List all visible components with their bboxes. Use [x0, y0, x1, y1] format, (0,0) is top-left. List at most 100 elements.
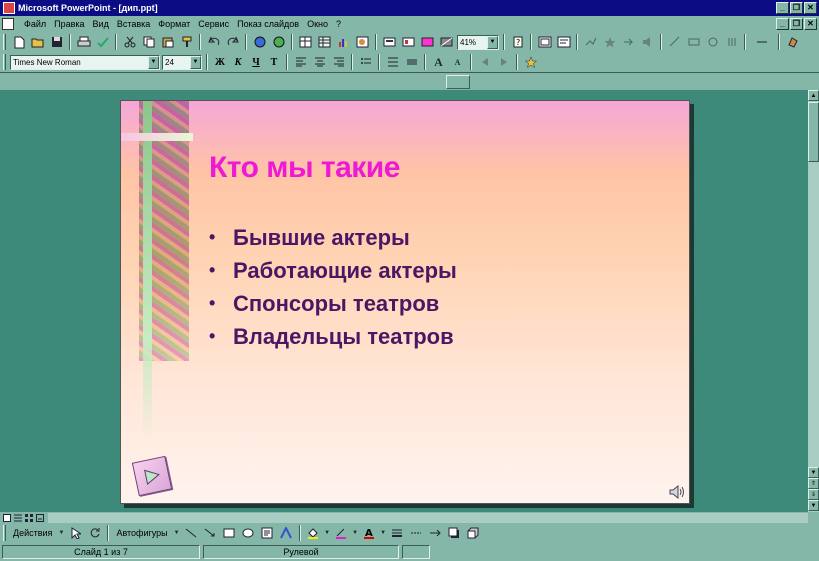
bold-button[interactable]: Ж [212, 54, 228, 70]
select-pointer-icon[interactable] [67, 525, 84, 541]
office-assistant-icon[interactable]: ? [509, 34, 526, 50]
more-buttons-icon[interactable] [784, 34, 801, 50]
doc-restore-button[interactable]: ❐ [790, 18, 803, 30]
open-icon[interactable] [29, 34, 46, 50]
line-style-icon[interactable] [389, 525, 406, 541]
outline-view-small-icon[interactable] [13, 514, 22, 523]
insert-chart-icon[interactable] [335, 34, 352, 50]
spelling-icon[interactable] [94, 34, 111, 50]
close-button[interactable]: ✕ [804, 2, 817, 14]
menu-file[interactable]: Файл [20, 19, 50, 29]
previous-slide-icon[interactable]: ⇑ [808, 478, 819, 489]
ruler-tab[interactable] [446, 75, 470, 89]
normal-view-icon[interactable] [2, 514, 11, 523]
scroll-down-icon[interactable]: ▼ [808, 467, 819, 478]
increase-spacing-icon[interactable] [384, 54, 401, 70]
dropdown-arrow-icon[interactable]: ▼ [380, 525, 387, 541]
menu-slideshow[interactable]: Показ слайдов [233, 19, 303, 29]
bullets-icon[interactable] [357, 54, 374, 70]
zoom-select[interactable]: 41% ▼ [457, 34, 499, 50]
line-tool-icon[interactable] [183, 525, 200, 541]
hide-slide-icon[interactable] [723, 34, 740, 50]
action-settings-icon[interactable] [685, 34, 702, 50]
paste-icon[interactable] [159, 34, 176, 50]
align-left-icon[interactable] [292, 54, 309, 70]
dropdown-arrow-icon[interactable]: ▼ [352, 525, 359, 541]
text-shadow-button[interactable]: Т [266, 54, 282, 70]
font-color-icon[interactable]: A [361, 525, 378, 541]
vertical-scrollbar[interactable]: ▲ ▼ ⇑ ⇓ ▼ [808, 90, 819, 512]
underline-button[interactable]: Ч [248, 54, 264, 70]
align-right-icon[interactable] [330, 54, 347, 70]
toolbar-grip[interactable] [3, 525, 6, 541]
restore-button[interactable]: ❐ [790, 2, 803, 14]
play-action-button[interactable] [131, 455, 173, 497]
arrow-style-icon[interactable] [427, 525, 444, 541]
speaker-icon[interactable] [669, 485, 685, 499]
free-rotate-icon[interactable] [86, 525, 103, 541]
format-painter-icon[interactable] [178, 34, 195, 50]
next-slide-icon[interactable]: ⇓ [808, 489, 819, 500]
font-size-select[interactable]: 24 ▼ [162, 54, 202, 70]
rectangle-tool-icon[interactable] [221, 525, 238, 541]
line-color-icon[interactable] [333, 525, 350, 541]
new-slide-icon[interactable] [381, 34, 398, 50]
new-icon[interactable] [10, 34, 27, 50]
slide-title[interactable]: Кто мы такие [209, 151, 400, 185]
chevron-down-icon[interactable]: ▼ [148, 55, 159, 69]
custom-animation-icon[interactable] [666, 34, 683, 50]
dropdown-arrow-icon[interactable]: ▼ [173, 525, 181, 541]
menu-view[interactable]: Вид [89, 19, 113, 29]
bullet-list[interactable]: • Бывшие актеры • Работающие актеры • Сп… [209, 221, 457, 353]
menu-insert[interactable]: Вставка [113, 19, 154, 29]
undo-icon[interactable] [205, 34, 222, 50]
insert-excel-icon[interactable] [316, 34, 333, 50]
redo-icon[interactable] [224, 34, 241, 50]
animation-effects-toolbar-icon[interactable] [522, 54, 539, 70]
menu-format[interactable]: Формат [154, 19, 194, 29]
sound-effect-icon[interactable] [639, 34, 656, 50]
insert-clipart-icon[interactable] [354, 34, 371, 50]
scroll-up-icon[interactable]: ▲ [808, 90, 819, 101]
toolbar-grip[interactable] [3, 34, 6, 50]
slide-canvas[interactable]: Кто мы такие • Бывшие актеры • Работающи… [120, 100, 690, 504]
rehearse-icon[interactable] [704, 34, 721, 50]
arrow-tool-icon[interactable] [202, 525, 219, 541]
doc-minimize-button[interactable]: _ [776, 18, 789, 30]
scroll-thumb[interactable] [808, 102, 819, 162]
outline-view-icon[interactable] [555, 34, 572, 50]
italic-button[interactable]: К [230, 54, 246, 70]
actions-menu[interactable]: Действия [10, 528, 55, 538]
decrease-spacing-icon[interactable] [403, 54, 420, 70]
slide-view-icon[interactable] [536, 34, 553, 50]
horizontal-scrollbar[interactable] [48, 513, 808, 523]
autoshapes-menu[interactable]: Автофигуры [113, 528, 170, 538]
doc-close-button[interactable]: ✕ [804, 18, 817, 30]
minimize-button[interactable]: _ [776, 2, 789, 14]
powerpoint-icon[interactable] [3, 2, 15, 14]
apply-design-icon[interactable] [419, 34, 436, 50]
menu-window[interactable]: Окно [303, 19, 332, 29]
chevron-down-icon[interactable]: ▼ [487, 35, 498, 49]
font-name-select[interactable]: Times New Roman ▼ [10, 54, 160, 70]
chevron-down-icon[interactable]: ▼ [190, 55, 201, 69]
grayscale-icon[interactable] [438, 34, 455, 50]
increase-font-icon[interactable]: A [430, 54, 447, 70]
insert-word-table-icon[interactable] [297, 34, 314, 50]
slide-layout-icon[interactable] [400, 34, 417, 50]
scroll-corner-icon[interactable]: ▼ [808, 500, 819, 511]
star-effect-icon[interactable] [601, 34, 618, 50]
web-toolbar-icon[interactable] [270, 34, 287, 50]
dash-style-icon[interactable] [408, 525, 425, 541]
promote-icon[interactable] [476, 54, 493, 70]
print-icon[interactable] [75, 34, 92, 50]
notes-view-icon[interactable] [35, 514, 44, 523]
fill-color-icon[interactable] [305, 525, 322, 541]
dropdown-arrow-icon[interactable]: ▼ [324, 525, 331, 541]
copy-icon[interactable] [140, 34, 157, 50]
document-icon[interactable] [2, 18, 14, 30]
menu-edit[interactable]: Правка [50, 19, 88, 29]
dropdown-arrow-icon[interactable]: ▼ [57, 525, 65, 541]
cut-icon[interactable] [121, 34, 138, 50]
effect-arrow-icon[interactable] [620, 34, 637, 50]
